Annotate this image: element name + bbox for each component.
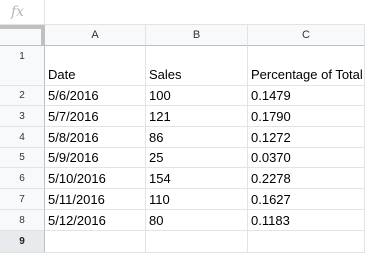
row-header-8[interactable]: 8 xyxy=(0,210,45,231)
cell-b8[interactable]: 80 xyxy=(146,210,248,231)
cell-c9[interactable] xyxy=(248,231,365,253)
cell-b3[interactable]: 121 xyxy=(146,106,248,127)
select-all-corner[interactable] xyxy=(0,25,45,46)
cell-c3[interactable]: 0.1790 xyxy=(248,106,365,127)
row-header-1[interactable]: 1 xyxy=(0,46,45,86)
formula-input[interactable] xyxy=(45,0,365,24)
cell-b9[interactable] xyxy=(146,231,248,253)
cell-c6[interactable]: 0.2278 xyxy=(248,168,365,189)
row-header-9[interactable]: 9 xyxy=(0,231,45,253)
column-header-a[interactable]: A xyxy=(45,25,146,46)
cell-c2[interactable]: 0.1479 xyxy=(248,86,365,106)
cell-c1[interactable]: Percentage of Total xyxy=(248,46,365,86)
cell-b2[interactable]: 100 xyxy=(146,86,248,106)
cell-b6[interactable]: 154 xyxy=(146,168,248,189)
column-header-c[interactable]: C xyxy=(248,25,365,46)
cell-a8[interactable]: 5/12/2016 xyxy=(45,210,146,231)
fx-icon: fx xyxy=(11,4,25,20)
row-header-4[interactable]: 4 xyxy=(0,127,45,148)
cell-c7[interactable]: 0.1627 xyxy=(248,189,365,210)
cell-c5[interactable]: 0.0370 xyxy=(248,148,365,168)
cell-a6[interactable]: 5/10/2016 xyxy=(45,168,146,189)
cell-a7[interactable]: 5/11/2016 xyxy=(45,189,146,210)
row-header-2[interactable]: 2 xyxy=(0,86,45,106)
row-header-6[interactable]: 6 xyxy=(0,168,45,189)
row-header-5[interactable]: 5 xyxy=(0,148,45,168)
column-header-b[interactable]: B xyxy=(146,25,248,46)
cell-a5[interactable]: 5/9/2016 xyxy=(45,148,146,168)
cell-a3[interactable]: 5/7/2016 xyxy=(45,106,146,127)
cell-c4[interactable]: 0.1272 xyxy=(248,127,365,148)
frozen-row-handle[interactable] xyxy=(0,25,45,29)
cell-b7[interactable]: 110 xyxy=(146,189,248,210)
cell-b5[interactable]: 25 xyxy=(146,148,248,168)
cell-a2[interactable]: 5/6/2016 xyxy=(45,86,146,106)
formula-bar: fx xyxy=(0,0,365,25)
cell-a1[interactable]: Date xyxy=(45,46,146,86)
row-header-7[interactable]: 7 xyxy=(0,189,45,210)
cell-a4[interactable]: 5/8/2016 xyxy=(45,127,146,148)
cell-a9[interactable] xyxy=(45,231,146,253)
cell-b4[interactable]: 86 xyxy=(146,127,248,148)
cell-b1[interactable]: Sales xyxy=(146,46,248,86)
row-header-3[interactable]: 3 xyxy=(0,106,45,127)
cell-c8[interactable]: 0.1183 xyxy=(248,210,365,231)
